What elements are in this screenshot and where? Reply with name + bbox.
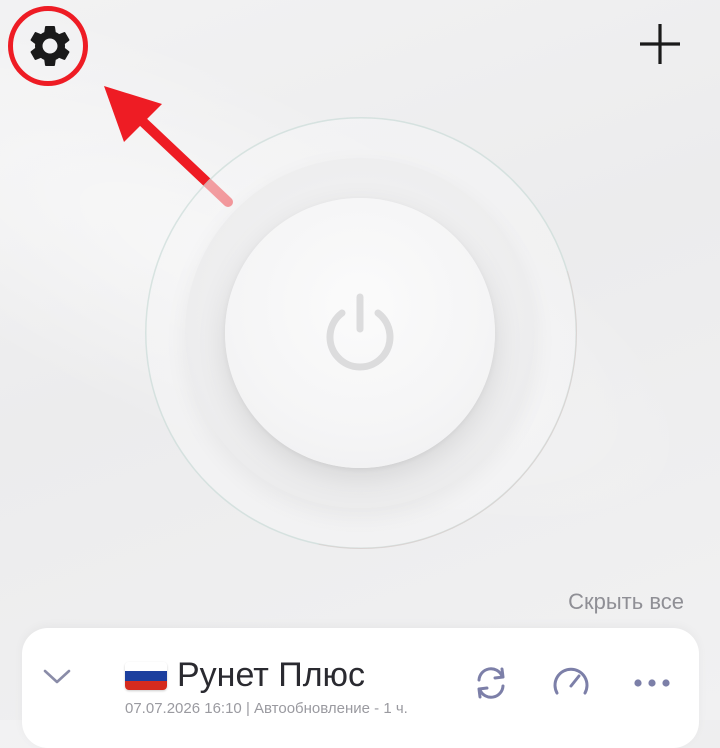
speed-test-button[interactable] <box>548 662 594 708</box>
collapse-button[interactable] <box>42 666 82 696</box>
russia-flag-icon <box>125 662 167 690</box>
annotation-highlight-circle <box>8 6 88 86</box>
plus-icon <box>638 22 682 71</box>
meta-separator: | <box>245 700 250 717</box>
last-updated: 07.07.2026 16:10 <box>125 700 242 717</box>
hide-all-link[interactable]: Скрыть все <box>568 589 684 615</box>
refresh-icon <box>471 663 511 708</box>
server-meta: 07.07.2026 16:10 | Автообновление - 1 ч. <box>125 700 408 717</box>
auto-update-info: Автообновление - 1 ч. <box>254 700 408 717</box>
power-button[interactable] <box>225 198 495 468</box>
refresh-button[interactable] <box>468 662 514 708</box>
server-card: Рунет Плюс 07.07.2026 16:10 | Автообновл… <box>22 628 699 748</box>
add-button[interactable] <box>632 18 688 74</box>
speedometer-icon <box>550 662 592 709</box>
more-dots-icon <box>632 676 672 694</box>
chevron-down-icon <box>42 669 72 690</box>
more-options-button[interactable] <box>629 662 675 708</box>
power-icon <box>318 289 402 378</box>
server-name: Рунет Плюс <box>177 656 366 694</box>
